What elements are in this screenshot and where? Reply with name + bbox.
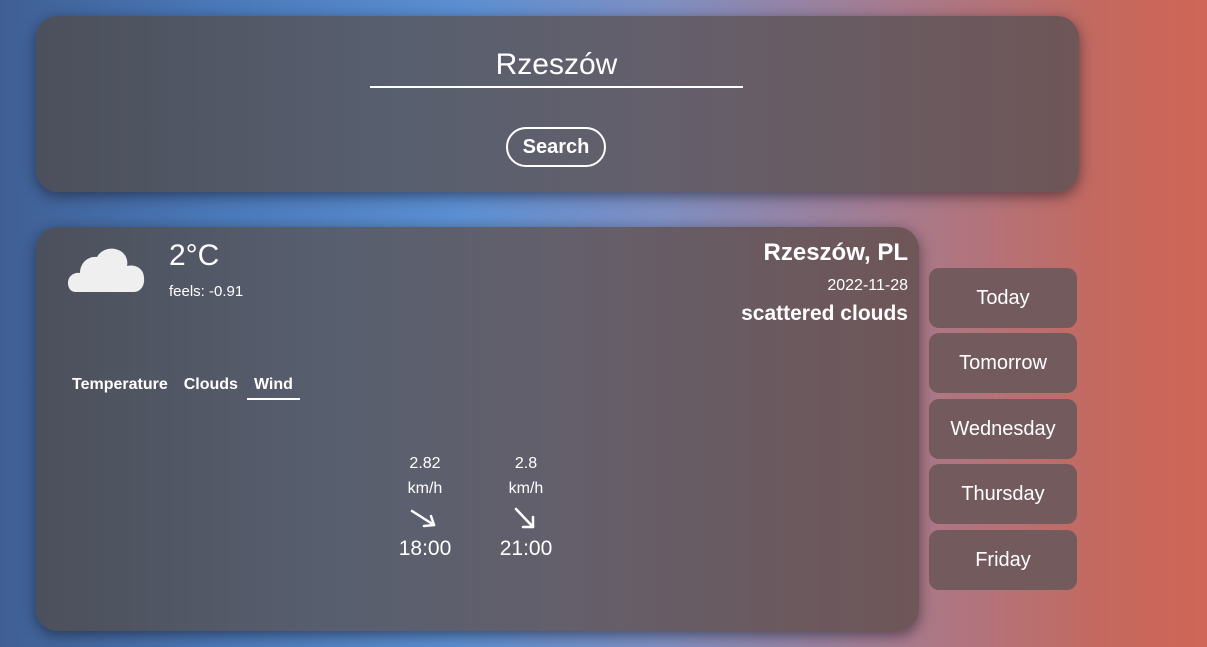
wind-direction-arrow-icon xyxy=(410,509,436,528)
tab-temperature[interactable]: Temperature xyxy=(65,374,175,400)
day-button-wednesday[interactable]: Wednesday xyxy=(929,399,1077,459)
cloud-icon xyxy=(68,248,145,292)
tab-clouds[interactable]: Clouds xyxy=(177,374,245,400)
wind-time: 21:00 xyxy=(499,537,553,560)
location-name: Rzeszów, PL xyxy=(763,239,908,266)
current-temperature: 2°C xyxy=(169,239,220,272)
day-button-friday[interactable]: Friday xyxy=(929,530,1077,590)
day-button-tomorrow[interactable]: Tomorrow xyxy=(929,333,1077,393)
day-button-today[interactable]: Today xyxy=(929,268,1077,328)
search-panel: Search xyxy=(36,16,1079,192)
wind-direction-arrow-icon xyxy=(514,507,535,529)
wind-speed: 2.82 xyxy=(409,455,441,472)
feels-like-temperature: feels: -0.91 xyxy=(169,283,244,300)
wind-forecast-item: 2.8 km/h 21:00 xyxy=(486,451,566,561)
wind-unit: km/h xyxy=(508,480,544,497)
forecast-date: 2022-11-28 xyxy=(827,277,908,294)
weather-description: scattered clouds xyxy=(741,302,908,325)
wind-unit: km/h xyxy=(407,480,443,497)
tab-wind[interactable]: Wind xyxy=(246,374,300,400)
wind-speed: 2.8 xyxy=(514,455,538,472)
day-button-thursday[interactable]: Thursday xyxy=(929,464,1077,524)
forecast-tabs: Temperature Clouds Wind xyxy=(65,374,302,400)
weather-panel: 2°C feels: -0.91 Rzeszów, PL 2022-11-28 … xyxy=(36,227,919,631)
search-button[interactable]: Search xyxy=(506,127,606,167)
city-search-input[interactable] xyxy=(370,44,743,88)
wind-time: 18:00 xyxy=(398,537,452,560)
wind-forecast-item: 2.82 km/h 18:00 xyxy=(385,451,465,561)
